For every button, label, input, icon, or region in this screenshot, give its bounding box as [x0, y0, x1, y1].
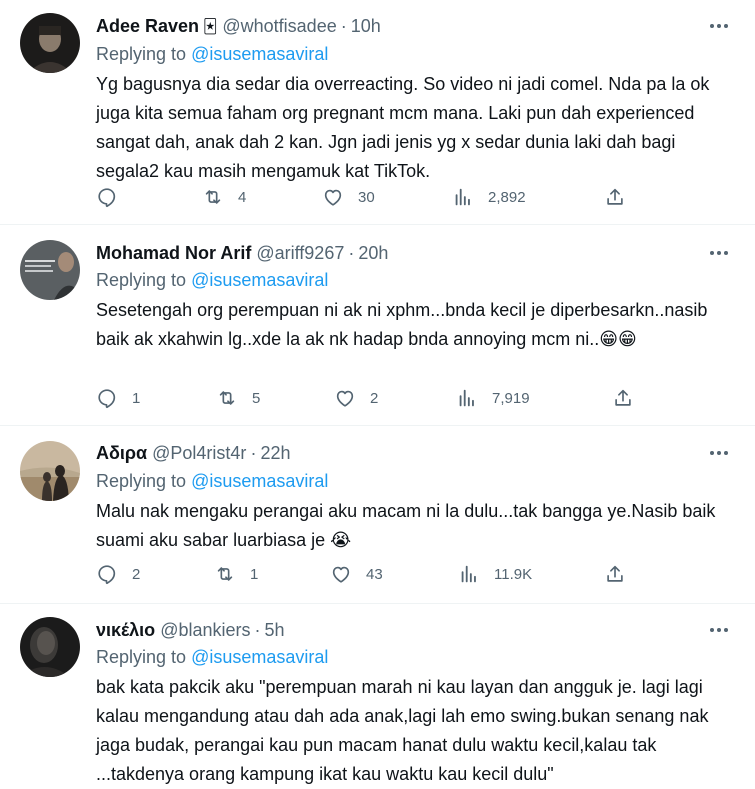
- reply-count: 1: [132, 389, 141, 407]
- views-button[interactable]: 2,892: [452, 185, 526, 209]
- share-button[interactable]: [604, 185, 626, 209]
- display-name[interactable]: Αδιρα: [96, 443, 147, 464]
- tweet[interactable]: Αδιρα @Pol4rist4r · 22h Replying to @isu…: [0, 426, 755, 604]
- tweet-text: Sesetengah org perempuan ni ak ni xphm..…: [96, 300, 708, 349]
- replying-label: Replying to: [96, 471, 187, 491]
- replying-label: Replying to: [96, 647, 187, 667]
- share-icon: [607, 565, 623, 582]
- views-icon: [455, 188, 470, 206]
- replying-to: Replying to @isusemasaviral: [96, 44, 328, 65]
- share-icon: [615, 389, 631, 406]
- tweet[interactable]: Adee Raven 🃏 @whotfisadee · 10h Replying…: [0, 0, 755, 225]
- reply-icon: [98, 565, 116, 585]
- tweet-text: Yg bagusnya dia sedar dia overreacting. …: [96, 74, 710, 181]
- views-icon: [461, 565, 476, 583]
- separator-dot: ·: [254, 619, 261, 640]
- tweet-actions: 1 5 2 7,919: [96, 386, 636, 410]
- reply-count: 2: [132, 565, 141, 583]
- user-handle[interactable]: @blankiers: [160, 620, 250, 641]
- more-icon[interactable]: [707, 618, 731, 642]
- avatar[interactable]: [20, 240, 80, 300]
- mention-link[interactable]: @isusemasaviral: [191, 471, 328, 491]
- retweet-button[interactable]: 1: [214, 562, 258, 586]
- like-button[interactable]: 2: [334, 386, 378, 410]
- tweet-header: νικέλιο @blankiers · 5h: [96, 618, 285, 642]
- like-icon: [336, 390, 354, 407]
- separator-dot: ·: [348, 242, 355, 263]
- retweet-icon: [219, 391, 235, 405]
- display-name[interactable]: Adee Raven: [96, 16, 199, 37]
- more-icon[interactable]: [707, 14, 731, 38]
- like-button[interactable]: 30: [322, 185, 375, 209]
- views-button[interactable]: 7,919: [456, 386, 530, 410]
- timestamp[interactable]: 20h: [358, 243, 388, 264]
- tweet-actions: 2 1 43 11.9K: [96, 562, 636, 586]
- avatar[interactable]: [20, 441, 80, 501]
- like-count: 30: [358, 188, 375, 206]
- like-count: 43: [366, 565, 383, 583]
- tweet-header: Αδιρα @Pol4rist4r · 22h: [96, 441, 290, 465]
- views-icon: [459, 389, 474, 407]
- replying-to: Replying to @isusemasaviral: [96, 647, 328, 668]
- mention-link[interactable]: @isusemasaviral: [191, 647, 328, 667]
- tweet-header: Mohamad Nor Arif @ariff9267 · 20h: [96, 241, 388, 265]
- like-icon: [332, 566, 350, 583]
- tweet-text: Malu nak mengaku perangai aku macam ni l…: [96, 501, 716, 550]
- timestamp[interactable]: 22h: [260, 443, 290, 464]
- like-count: 2: [370, 389, 379, 407]
- more-icon[interactable]: [707, 441, 731, 465]
- views-button[interactable]: 11.9K: [458, 562, 532, 586]
- display-name[interactable]: Mohamad Nor Arif: [96, 243, 251, 264]
- retweet-icon: [205, 190, 221, 204]
- share-icon: [607, 188, 623, 205]
- profile-badge: 🃏: [203, 18, 218, 34]
- tweet-header: Adee Raven 🃏 @whotfisadee · 10h: [96, 14, 381, 38]
- mention-link[interactable]: @isusemasaviral: [191, 270, 328, 290]
- tweet-actions: 4 30 2,892: [96, 185, 636, 209]
- share-button[interactable]: [612, 386, 634, 410]
- views-count: 2,892: [488, 188, 526, 206]
- tweet[interactable]: Mohamad Nor Arif @ariff9267 · 20h Replyi…: [0, 225, 755, 426]
- retweet-count: 5: [252, 389, 261, 407]
- avatar[interactable]: [20, 617, 80, 677]
- separator-dot: ·: [250, 442, 257, 463]
- replying-to: Replying to @isusemasaviral: [96, 471, 328, 492]
- user-handle[interactable]: @Pol4rist4r: [152, 443, 246, 464]
- views-count: 11.9K: [494, 565, 533, 583]
- replying-label: Replying to: [96, 270, 187, 290]
- retweet-count: 1: [250, 565, 259, 583]
- mention-link[interactable]: @isusemasaviral: [191, 44, 328, 64]
- views-count: 7,919: [492, 389, 530, 407]
- retweet-button[interactable]: 5: [216, 386, 260, 410]
- reply-button[interactable]: 1: [96, 386, 140, 410]
- like-icon: [324, 189, 342, 206]
- tweet-text: bak kata pakcik aku "perempuan marah ni …: [96, 677, 709, 784]
- share-button[interactable]: [604, 562, 626, 586]
- avatar[interactable]: [20, 13, 80, 73]
- retweet-count: 4: [238, 188, 247, 206]
- user-handle[interactable]: @ariff9267: [256, 243, 344, 264]
- timestamp[interactable]: 10h: [351, 16, 381, 37]
- reply-icon: [98, 188, 116, 208]
- retweet-button[interactable]: 4: [202, 185, 246, 209]
- replying-to: Replying to @isusemasaviral: [96, 270, 328, 291]
- reply-button[interactable]: 2: [96, 562, 140, 586]
- tweet[interactable]: νικέλιο @blankiers · 5h Replying to @isu…: [0, 604, 755, 784]
- more-icon[interactable]: [707, 241, 731, 265]
- retweet-icon: [217, 567, 233, 581]
- user-handle[interactable]: @whotfisadee: [222, 16, 336, 37]
- display-name[interactable]: νικέλιο: [96, 620, 155, 641]
- like-button[interactable]: 43: [330, 562, 383, 586]
- reply-icon: [98, 389, 116, 409]
- replying-label: Replying to: [96, 44, 187, 64]
- reply-button[interactable]: [96, 185, 132, 209]
- timestamp[interactable]: 5h: [265, 620, 285, 641]
- separator-dot: ·: [340, 15, 347, 36]
